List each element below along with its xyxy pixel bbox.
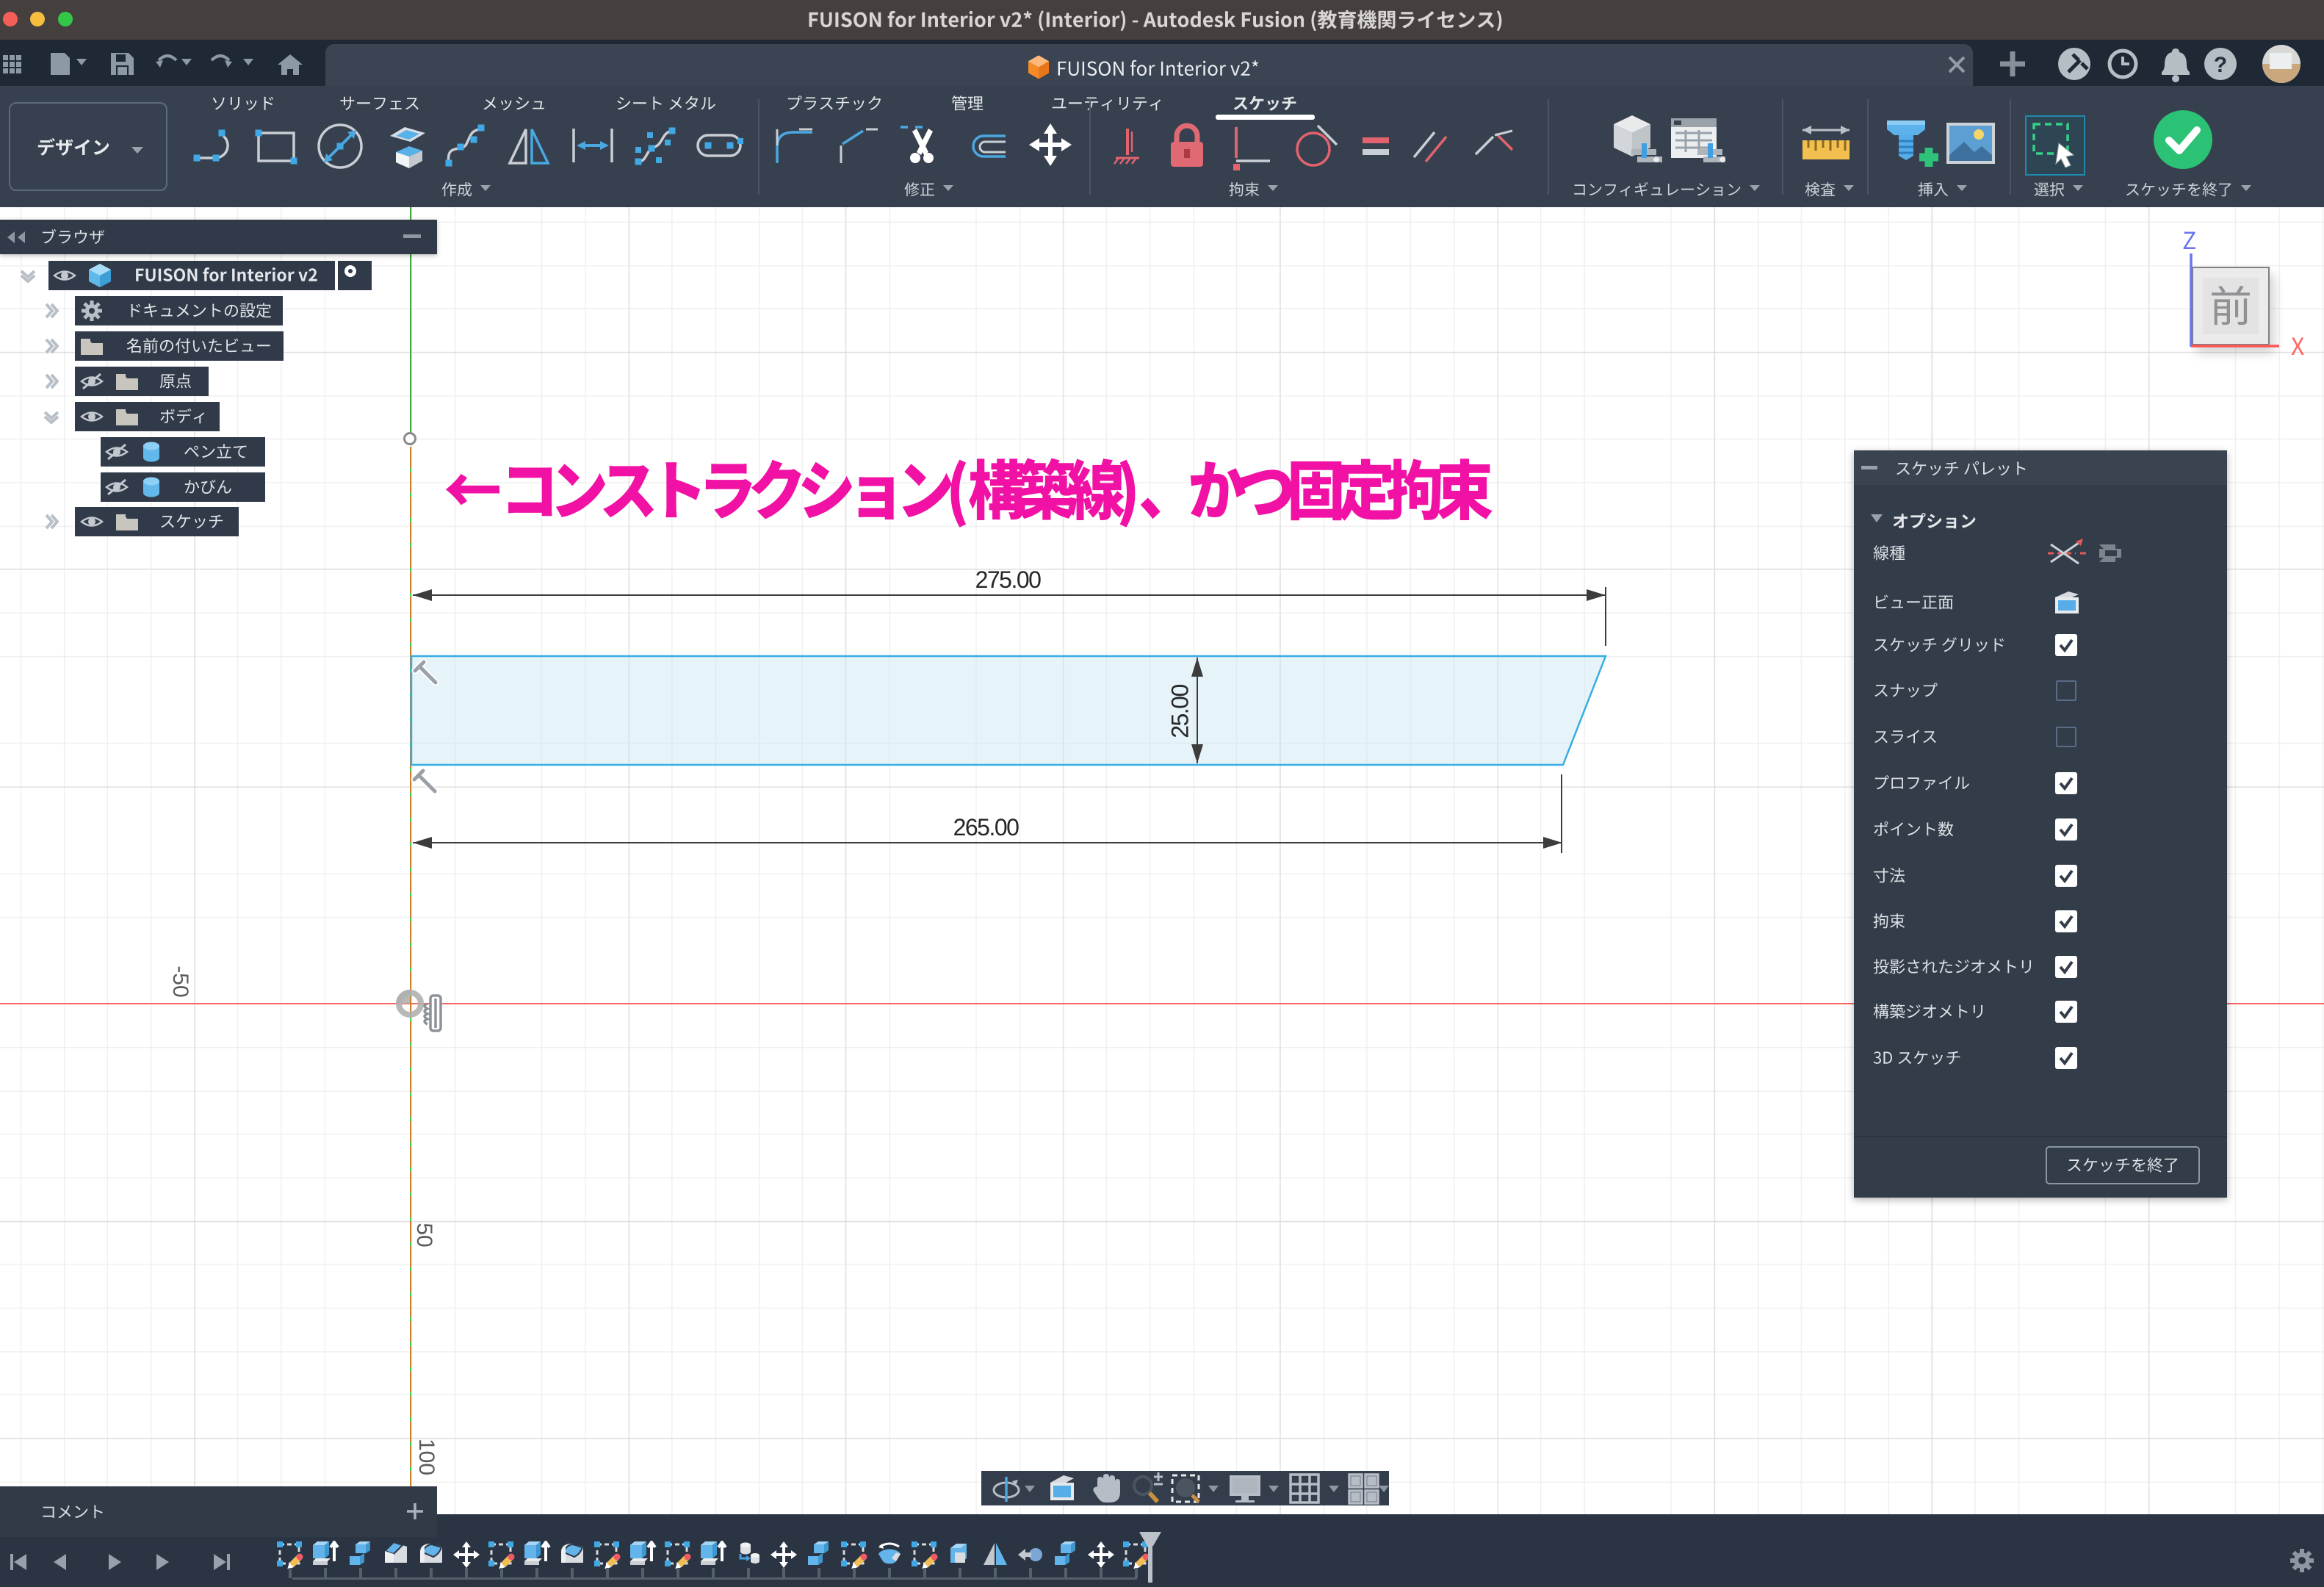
svg-text:?: ?	[2214, 53, 2227, 77]
